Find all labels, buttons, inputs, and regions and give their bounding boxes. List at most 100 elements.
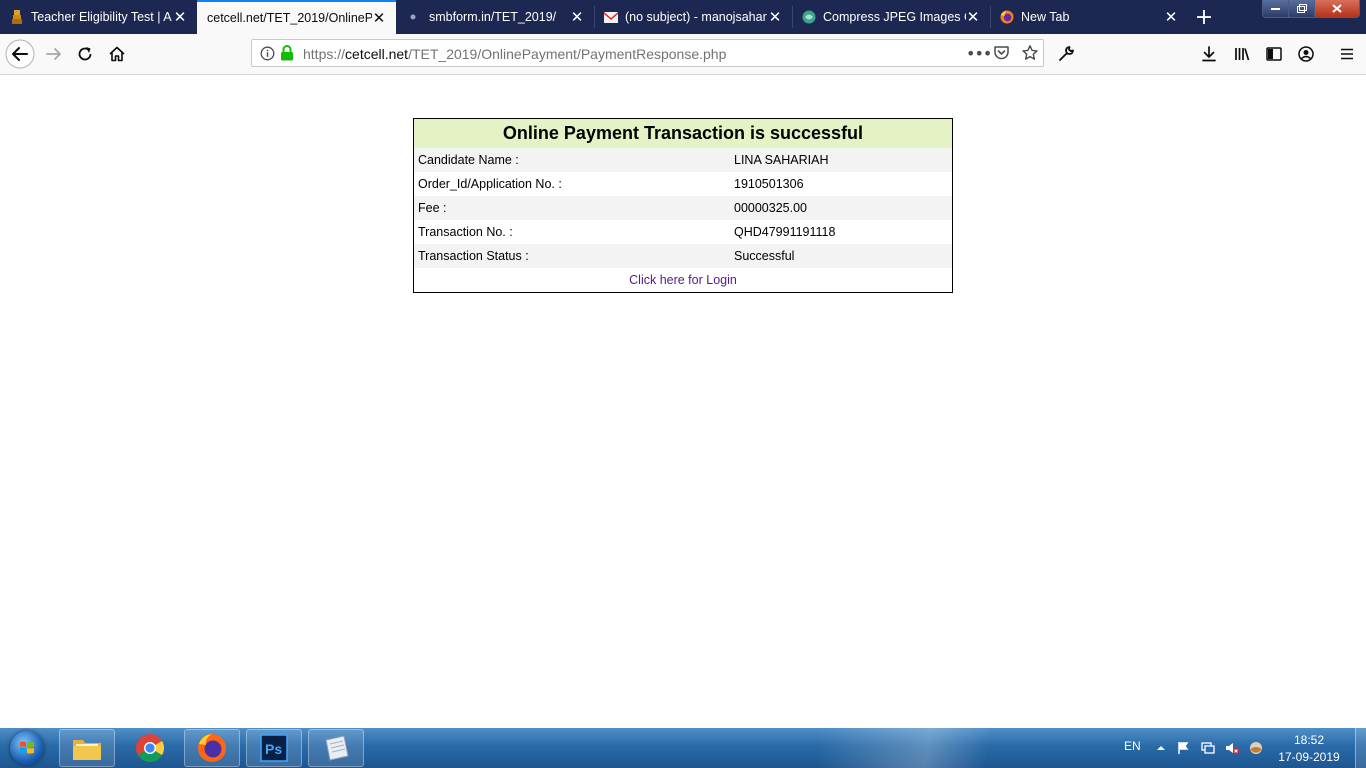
taskbar-chrome[interactable]	[122, 729, 178, 767]
home-button[interactable]	[101, 38, 133, 70]
page-actions-icon[interactable]: •••	[966, 44, 992, 63]
action-center-flag-icon[interactable]	[1176, 741, 1190, 755]
wrench-icon	[1059, 46, 1074, 61]
back-arrow-icon	[5, 39, 35, 69]
forward-button[interactable]	[38, 38, 70, 70]
table-row: Fee : 00000325.00	[414, 196, 952, 220]
tab-title: smbform.in/TET_2019/	[429, 10, 557, 24]
taskbar-file-explorer[interactable]	[59, 729, 115, 767]
table-row: Transaction Status : Successful	[414, 244, 952, 268]
library-button[interactable]	[1226, 38, 1258, 70]
reload-icon	[78, 47, 92, 61]
show-hidden-icons-icon[interactable]	[1154, 741, 1168, 755]
url-bar[interactable]: https://cetcell.net/TET_2019/OnlinePayme…	[251, 39, 1044, 67]
close-icon[interactable]: ✕	[173, 8, 187, 26]
firefox-icon	[1000, 10, 1014, 24]
close-icon[interactable]: ✕	[570, 8, 584, 26]
payment-result-table: Online Payment Transaction is successful…	[413, 118, 953, 293]
tab-title: New Tab	[1021, 10, 1070, 24]
show-desktop-button[interactable]	[1355, 728, 1366, 768]
close-icon[interactable]: ✕	[372, 9, 386, 27]
row-value: LINA SAHARIAH	[734, 153, 829, 167]
gmail-icon	[604, 10, 618, 24]
language-indicator[interactable]: EN	[1124, 739, 1141, 753]
tab-smbform[interactable]: smbform.in/TET_2019/ ✕	[396, 0, 594, 34]
window-close-button[interactable]	[1314, 0, 1360, 18]
account-icon	[1298, 46, 1314, 62]
taskbar-notepad[interactable]	[308, 729, 364, 767]
close-icon[interactable]: ✕	[966, 8, 980, 26]
close-icon[interactable]: ✕	[1164, 8, 1178, 26]
new-tab-button[interactable]: +	[1188, 0, 1220, 34]
system-clock[interactable]: 18:52 17-09-2019	[1276, 732, 1342, 766]
url-host: cetcell.net	[345, 46, 409, 62]
downloads-button[interactable]	[1193, 38, 1225, 70]
back-button[interactable]	[4, 38, 36, 70]
bookmark-star-icon[interactable]	[1021, 44, 1039, 67]
forward-arrow-icon	[46, 48, 61, 60]
login-row: Click here for Login	[414, 268, 952, 292]
tab-compress-jpeg[interactable]: Compress JPEG Images O ✕	[792, 0, 990, 34]
table-row: Transaction No. : QHD47991191118	[414, 220, 952, 244]
firefox-icon	[198, 734, 226, 762]
account-button[interactable]	[1290, 38, 1322, 70]
sidebar-button[interactable]	[1258, 38, 1290, 70]
tray-app-icon[interactable]	[1249, 741, 1263, 755]
row-label: Fee :	[418, 201, 447, 215]
file-explorer-icon	[73, 740, 101, 760]
row-label: Candidate Name :	[418, 153, 519, 167]
taskbar-photoshop[interactable]: Ps	[246, 729, 302, 767]
pocket-icon[interactable]	[993, 45, 1010, 66]
row-value: QHD47991191118	[734, 225, 836, 239]
clock-date: 17-09-2019	[1278, 750, 1340, 764]
row-value: 1910501306	[734, 177, 804, 191]
info-icon[interactable]	[260, 46, 275, 66]
minimize-button[interactable]	[1262, 0, 1289, 18]
row-value: 00000325.00	[734, 201, 807, 215]
notepad-icon	[325, 735, 349, 761]
tab-strip: Teacher Eligibility Test | A ✕ cetcell.n…	[0, 0, 1366, 34]
start-button[interactable]	[4, 729, 50, 767]
table-row: Candidate Name : LINA SAHARIAH	[414, 148, 952, 172]
close-icon[interactable]: ✕	[768, 8, 782, 26]
tab-title: (no subject) - manojsahar	[625, 10, 767, 24]
restore-button[interactable]	[1288, 0, 1315, 18]
network-icon[interactable]	[1201, 741, 1215, 755]
table-row: Order_Id/Application No. : 1910501306	[414, 172, 952, 196]
tab-teacher-eligibility[interactable]: Teacher Eligibility Test | A ✕	[0, 0, 197, 34]
tab-title: Compress JPEG Images O	[823, 10, 966, 24]
url-text[interactable]: https://cetcell.net/TET_2019/OnlinePayme…	[303, 46, 726, 62]
url-scheme: https://	[303, 46, 346, 62]
tab-new-tab[interactable]: New Tab ✕	[990, 0, 1188, 34]
emblem-icon	[10, 10, 24, 24]
chrome-icon	[136, 734, 164, 762]
row-label: Order_Id/Application No. :	[418, 177, 562, 191]
tab-gmail[interactable]: (no subject) - manojsahar ✕	[594, 0, 792, 34]
clock-time: 18:52	[1293, 733, 1325, 747]
hamburger-menu-icon	[1341, 48, 1353, 60]
menu-button[interactable]	[1331, 38, 1363, 70]
library-icon	[1235, 48, 1250, 61]
compress-icon	[802, 10, 816, 24]
row-label: Transaction Status :	[418, 249, 529, 263]
home-icon	[109, 46, 125, 62]
row-label: Transaction No. :	[418, 225, 513, 239]
volume-muted-icon[interactable]	[1225, 741, 1239, 755]
login-link[interactable]: Click here for Login	[629, 273, 737, 287]
developer-tools-button[interactable]	[1050, 38, 1082, 70]
photoshop-icon: Ps	[260, 734, 288, 762]
page-title: Online Payment Transaction is successful	[414, 119, 952, 148]
url-path: /TET_2019/OnlinePayment/PaymentResponse.…	[408, 46, 727, 62]
svg-text:Ps: Ps	[265, 741, 282, 757]
taskbar-firefox[interactable]	[184, 729, 240, 767]
sidebar-icon	[1266, 47, 1282, 61]
dot-icon	[406, 10, 420, 24]
row-value: Successful	[734, 249, 795, 263]
reload-button[interactable]	[69, 38, 101, 70]
windows-logo-icon	[10, 731, 44, 765]
tab-cetcell-active[interactable]: cetcell.net/TET_2019/OnlineP ✕	[197, 0, 396, 34]
tab-title: cetcell.net/TET_2019/OnlineP	[207, 11, 372, 25]
tab-title: Teacher Eligibility Test | A	[31, 10, 172, 24]
lock-icon[interactable]	[280, 45, 294, 66]
download-icon	[1202, 46, 1216, 62]
